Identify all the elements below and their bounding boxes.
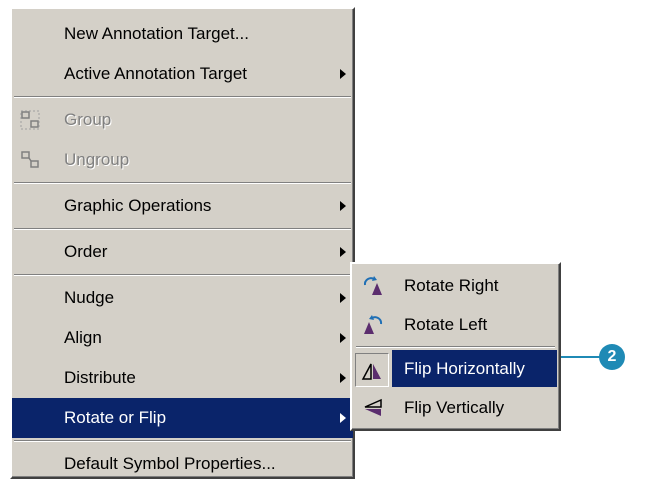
menu-separator <box>14 228 351 230</box>
submenu-item-label: Rotate Right <box>404 276 499 295</box>
menu-separator <box>14 274 351 276</box>
menu-item-label: Align <box>64 328 102 347</box>
submenu-item-rotate-left[interactable]: Rotate Left <box>352 305 559 344</box>
rotate-right-icon <box>363 276 382 295</box>
menu-item-label: Graphic Operations <box>64 196 212 215</box>
menu-item-rotate-or-flip[interactable]: Rotate or Flip <box>12 398 353 438</box>
menu-item-active-annotation-target[interactable]: Active Annotation Target <box>12 54 353 94</box>
menu-separator <box>14 182 351 184</box>
context-menu: New Annotation Target... Active Annotati… <box>10 7 355 479</box>
icon-cell <box>352 351 392 390</box>
menu-item-default-symbol-properties[interactable]: Default Symbol Properties... <box>12 444 353 484</box>
menu-item-label: Rotate or Flip <box>64 408 167 427</box>
submenu-arrow-icon <box>340 373 346 383</box>
menu-item-align[interactable]: Align <box>12 318 353 358</box>
submenu-arrow-icon <box>340 293 346 303</box>
menu-item-new-annotation-target[interactable]: New Annotation Target... <box>12 14 353 54</box>
submenu-item-flip-vertically[interactable]: Flip Vertically <box>352 388 559 427</box>
submenu-flip-horizontal-row: Flip Horizontally <box>352 350 559 387</box>
callout-badge: 2 <box>599 344 625 370</box>
menu-item-graphic-operations[interactable]: Graphic Operations <box>12 186 353 226</box>
submenu-arrow-icon <box>340 247 346 257</box>
rotate-left-icon <box>364 315 383 334</box>
menu-item-label: Default Symbol Properties... <box>64 454 276 473</box>
group-icon <box>20 110 40 130</box>
menu-item-label: Group <box>64 110 112 129</box>
menu-item-group[interactable]: Group <box>12 100 353 140</box>
menu-separator <box>14 440 351 442</box>
submenu-arrow-icon <box>340 201 346 211</box>
menu-item-label: Active Annotation Target <box>64 64 248 83</box>
rotate-flip-submenu: Rotate Right Rotate Left Flip Horizontal… <box>350 262 561 431</box>
menu-item-label: Ungroup <box>64 150 130 169</box>
ungroup-icon <box>21 151 39 168</box>
menu-item-distribute[interactable]: Distribute <box>12 358 353 398</box>
menu-item-label: Distribute <box>64 368 136 387</box>
submenu-item-label: Rotate Left <box>404 315 488 334</box>
menu-separator <box>356 346 555 348</box>
submenu-item-label: Flip Horizontally <box>404 359 525 378</box>
menu-item-label: Nudge <box>64 288 115 307</box>
menu-separator <box>14 96 351 98</box>
menu-item-ungroup[interactable]: Ungroup <box>12 140 353 180</box>
flip-vertical-icon <box>364 398 382 416</box>
menu-item-label: New Annotation Target... <box>64 24 249 43</box>
submenu-item-flip-horizontally[interactable]: Flip Horizontally <box>392 350 557 387</box>
flip-horizontal-icon <box>361 363 381 380</box>
menu-item-order[interactable]: Order <box>12 232 353 272</box>
submenu-arrow-icon <box>340 413 346 423</box>
menu-item-nudge[interactable]: Nudge <box>12 278 353 318</box>
menu-item-label: Order <box>64 242 108 261</box>
submenu-item-rotate-right[interactable]: Rotate Right <box>352 266 559 305</box>
submenu-item-label: Flip Vertically <box>404 398 505 417</box>
submenu-arrow-icon <box>340 333 346 343</box>
callout-line <box>561 356 601 358</box>
submenu-arrow-icon <box>340 69 346 79</box>
